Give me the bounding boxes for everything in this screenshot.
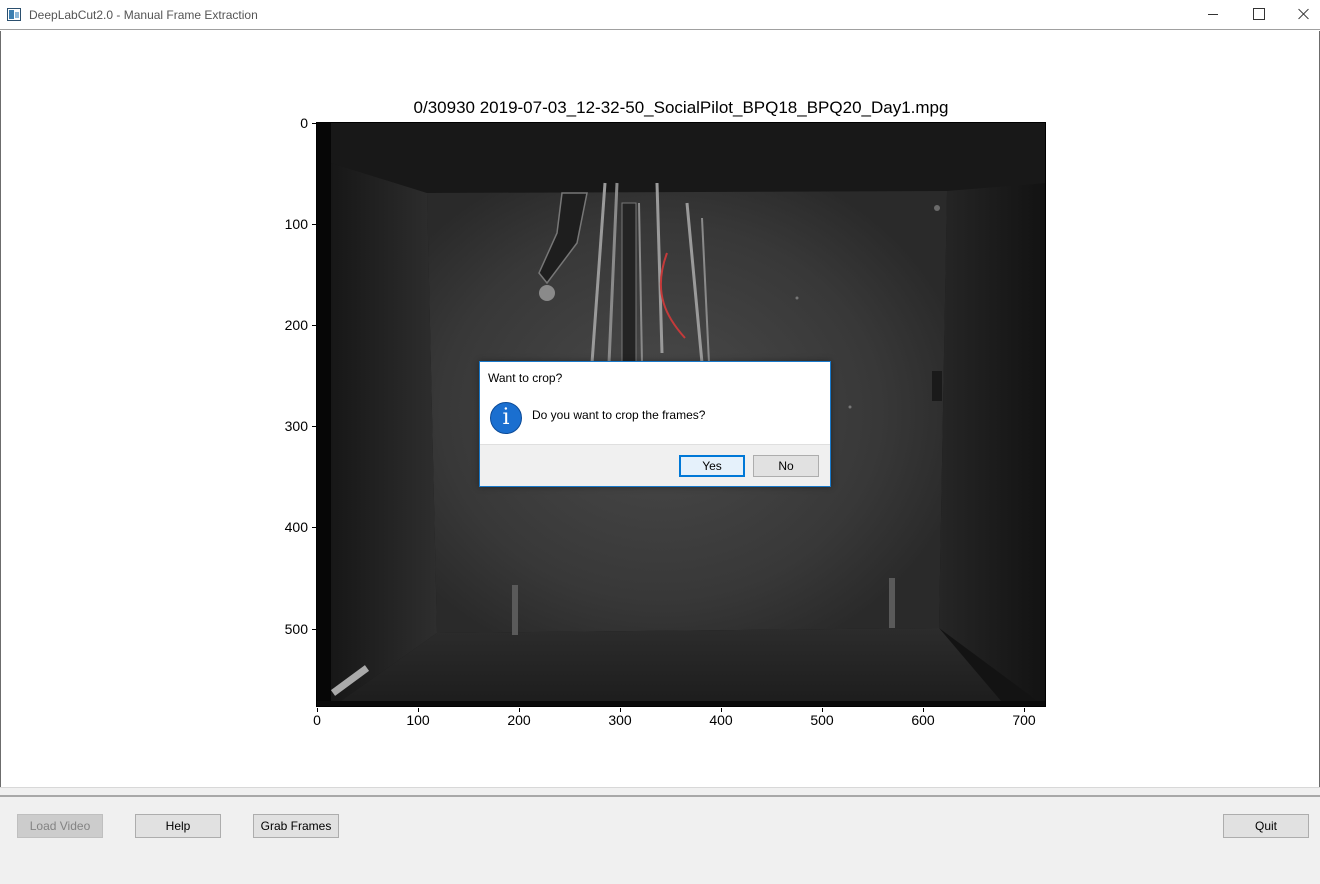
- app-icon: [7, 8, 21, 21]
- yes-button[interactable]: Yes: [679, 455, 745, 477]
- title-bar: DeepLabCut2.0 - Manual Frame Extraction: [0, 0, 1320, 30]
- xtick-label: 100: [406, 712, 430, 728]
- ytick-label: 400: [284, 519, 308, 535]
- plot-title: 0/30930 2019-07-03_12-32-50_SocialPilot_…: [413, 98, 949, 117]
- xtick-label: 0: [313, 712, 321, 728]
- xtick-label: 700: [1012, 712, 1036, 728]
- ytick-label: 500: [284, 621, 308, 637]
- xtick-label: 600: [911, 712, 935, 728]
- xtick-label: 300: [608, 712, 632, 728]
- ytick-mark: [312, 527, 316, 528]
- ytick-label: 200: [284, 317, 308, 333]
- help-button[interactable]: Help: [135, 814, 221, 838]
- xtick-label: 500: [810, 712, 834, 728]
- no-button[interactable]: No: [753, 455, 819, 477]
- dialog-message: Do you want to crop the frames?: [532, 408, 706, 422]
- load-video-button[interactable]: Load Video: [17, 814, 103, 838]
- quit-button[interactable]: Quit: [1223, 814, 1309, 838]
- grab-frames-button[interactable]: Grab Frames: [253, 814, 339, 838]
- ytick-label: 100: [284, 216, 308, 232]
- ytick-mark: [312, 123, 316, 124]
- maximize-button[interactable]: [1236, 0, 1282, 30]
- info-icon: i: [490, 402, 522, 434]
- dialog-button-bar: Yes No: [480, 444, 830, 486]
- crop-dialog: Want to crop? i Do you want to crop the …: [479, 361, 831, 487]
- minimize-button[interactable]: [1190, 0, 1236, 30]
- xtick-label: 200: [507, 712, 531, 728]
- dialog-title: Want to crop?: [488, 371, 563, 385]
- ytick-mark: [312, 629, 316, 630]
- ytick-mark: [312, 224, 316, 225]
- ytick-label: 0: [300, 115, 308, 131]
- xtick-label: 400: [709, 712, 733, 728]
- ytick-label: 300: [284, 418, 308, 434]
- window-title: DeepLabCut2.0 - Manual Frame Extraction: [29, 8, 258, 22]
- control-panel: Load Video Help Grab Frames Quit: [0, 787, 1320, 884]
- close-button[interactable]: [1281, 0, 1320, 30]
- ytick-mark: [312, 426, 316, 427]
- ytick-mark: [312, 325, 316, 326]
